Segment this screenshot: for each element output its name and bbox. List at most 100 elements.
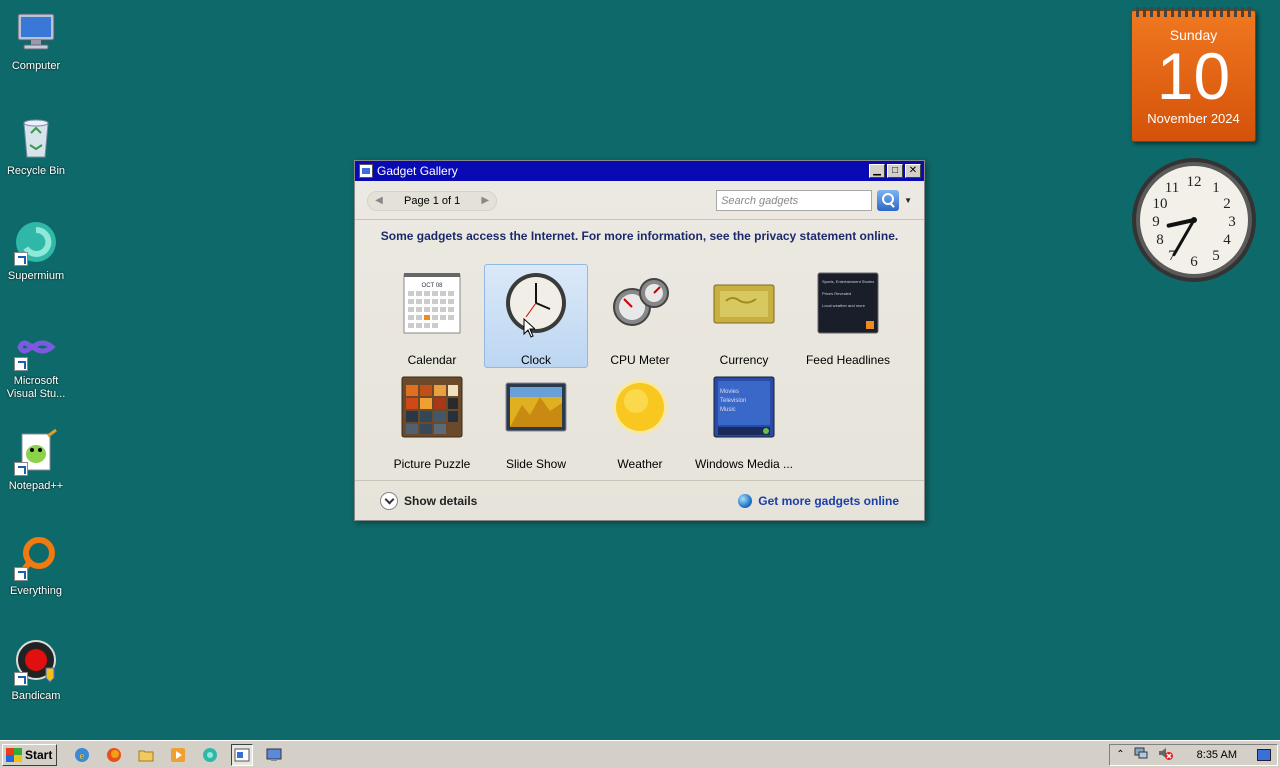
shortcut-arrow-icon [14, 462, 28, 476]
tray-clock[interactable]: 8:35 AM [1197, 749, 1237, 761]
search-dropdown-icon[interactable]: ▼ [904, 196, 912, 205]
close-button[interactable]: ✕ [905, 164, 921, 178]
show-desktop-ql-icon[interactable] [263, 744, 285, 766]
clock-gadget[interactable]: 12 1 2 3 4 5 6 7 8 9 10 11 [1130, 156, 1258, 284]
computer-icon [12, 8, 60, 56]
svg-text:9: 9 [1152, 214, 1160, 230]
desktop-icon-supermium[interactable]: Supermium [0, 210, 72, 310]
window-body: ◀ Page 1 of 1 ▶ ▼ Some gadgets access th… [355, 182, 924, 520]
svg-text:8: 8 [1156, 232, 1164, 248]
shortcut-arrow-icon [14, 567, 28, 581]
desktop-icon-computer[interactable]: Computer [0, 0, 72, 100]
calendar-day-number: 10 [1156, 39, 1231, 113]
media-player-icon[interactable] [167, 744, 189, 766]
gadget-label: Picture Puzzle [393, 457, 471, 471]
notepadpp-icon [12, 428, 60, 476]
svg-text:12: 12 [1187, 174, 1202, 190]
gadget-label: Weather [617, 457, 663, 471]
svg-text:e: e [80, 750, 85, 762]
visual-studio-icon [12, 323, 60, 371]
folder-icon[interactable] [135, 744, 157, 766]
desktop-icon-notepadpp[interactable]: Notepad++ [0, 420, 72, 520]
get-more-label: Get more gadgets online [758, 493, 899, 508]
desktop-icon-label: Bandicam [11, 690, 61, 702]
gadget-label: Currency [719, 353, 769, 367]
pager: ◀ Page 1 of 1 ▶ [367, 190, 498, 211]
desktop-icon-bandicam[interactable]: Bandicam [0, 630, 72, 730]
get-more-gadgets-link[interactable]: Get more gadgets online [738, 493, 899, 508]
gadget-gallery-taskbar-icon[interactable] [231, 743, 254, 766]
desktop-icon-recycle-bin[interactable]: Recycle Bin [0, 105, 72, 205]
calendar-month-year: November 2024 [1147, 111, 1240, 126]
title-bar[interactable]: Gadget Gallery ▁ □ ✕ [355, 161, 924, 181]
media-thumb-line-2: Television [720, 398, 746, 404]
gadget-item-slide-show[interactable]: Slide Show [484, 368, 588, 472]
desktop-icon-label: Notepad++ [8, 480, 64, 492]
show-desktop-button[interactable] [1257, 748, 1271, 761]
supermium-taskbar-icon[interactable] [199, 744, 221, 766]
media-thumb-line-3: Music [720, 407, 736, 413]
gadget-item-picture-puzzle[interactable]: Picture Puzzle [380, 368, 484, 472]
clock-face: 12 1 2 3 4 5 6 7 8 9 10 11 [1132, 158, 1256, 282]
show-hidden-icons-icon[interactable]: ⌃ [1116, 749, 1124, 760]
privacy-notice[interactable]: Some gadgets access the Internet. For mo… [355, 229, 924, 251]
show-details-button[interactable]: Show details [380, 491, 477, 510]
gadget-item-cpu-meter[interactable]: CPU Meter [588, 264, 692, 368]
window-controls: ▁ □ ✕ [869, 164, 921, 178]
next-page-icon[interactable]: ▶ [478, 195, 492, 206]
previous-page-icon[interactable]: ◀ [372, 195, 386, 206]
start-button[interactable]: Start [2, 743, 58, 766]
cpu-meter-icon [608, 271, 672, 335]
slide-show-icon [504, 375, 568, 439]
gadget-item-feed-headlines[interactable]: Sports, Entertainment Stories Prices Rev… [796, 264, 900, 368]
calendar-gadget[interactable]: Sunday 10 November 2024 [1131, 7, 1256, 142]
shortcut-arrow-icon [14, 357, 28, 371]
gadget-label: Windows Media ... [694, 457, 794, 471]
minimize-button[interactable]: ▁ [869, 164, 885, 178]
gadget-item-clock[interactable]: Clock [484, 264, 588, 368]
gadget-item-calendar[interactable]: OCT 08 Calendar [380, 264, 484, 368]
gadget-label: Clock [520, 353, 551, 367]
network-icon[interactable] [1133, 745, 1149, 764]
firefox-icon[interactable] [103, 744, 125, 766]
calendar-rings [1136, 7, 1251, 17]
gadget-gallery-window: Gadget Gallery ▁ □ ✕ ◀ Page 1 of 1 ▶ ▼ S… [354, 160, 925, 521]
desktop-icon-visual-studio[interactable]: Microsoft Visual Stu... [0, 315, 72, 415]
desktop-icon-label: Recycle Bin [6, 165, 66, 177]
svg-text:6: 6 [1190, 254, 1198, 270]
page-indicator: Page 1 of 1 [404, 194, 461, 207]
gadget-item-windows-media[interactable]: Movies Television Music Windows Media ..… [692, 368, 796, 472]
desktop-icon-everything[interactable]: Everything [0, 525, 72, 625]
gadget-label: Slide Show [505, 457, 567, 471]
chevron-down-icon [380, 491, 398, 510]
feed-thumb-line-1: Sports, Entertainment Stories [822, 279, 874, 284]
search-area: ▼ [716, 190, 912, 211]
svg-text:10: 10 [1153, 196, 1168, 212]
gadget-grid: OCT 08 Calendar Clock CPU Meter Currency… [380, 264, 910, 472]
windows-logo-icon [6, 747, 22, 762]
gadget-label: Feed Headlines [805, 353, 891, 367]
bandicam-icon [12, 638, 60, 686]
svg-text:2: 2 [1223, 196, 1231, 212]
supermium-icon [12, 218, 60, 266]
shortcut-arrow-icon [14, 672, 28, 686]
weather-icon [608, 375, 672, 439]
gadget-label: Calendar [407, 353, 457, 367]
feed-thumb-line-3: Local weather and more [822, 303, 866, 308]
start-label: Start [25, 747, 53, 762]
volume-muted-icon[interactable] [1157, 745, 1173, 764]
desktop-icon-label: Computer [11, 60, 61, 72]
search-button[interactable] [877, 190, 900, 211]
desktop-icon-label: Everything [10, 585, 62, 597]
toolbar: ◀ Page 1 of 1 ▶ ▼ [355, 182, 924, 220]
calendar-icon: OCT 08 [400, 271, 464, 335]
search-input[interactable] [716, 190, 873, 211]
maximize-button[interactable]: □ [887, 164, 903, 178]
gadget-item-currency[interactable]: Currency [692, 264, 796, 368]
internet-explorer-icon[interactable]: e [71, 744, 93, 766]
svg-text:11: 11 [1165, 180, 1179, 196]
mouse-cursor-icon [523, 317, 537, 338]
everything-icon [12, 533, 60, 581]
gadget-item-weather[interactable]: Weather [588, 368, 692, 472]
currency-icon [712, 271, 776, 335]
